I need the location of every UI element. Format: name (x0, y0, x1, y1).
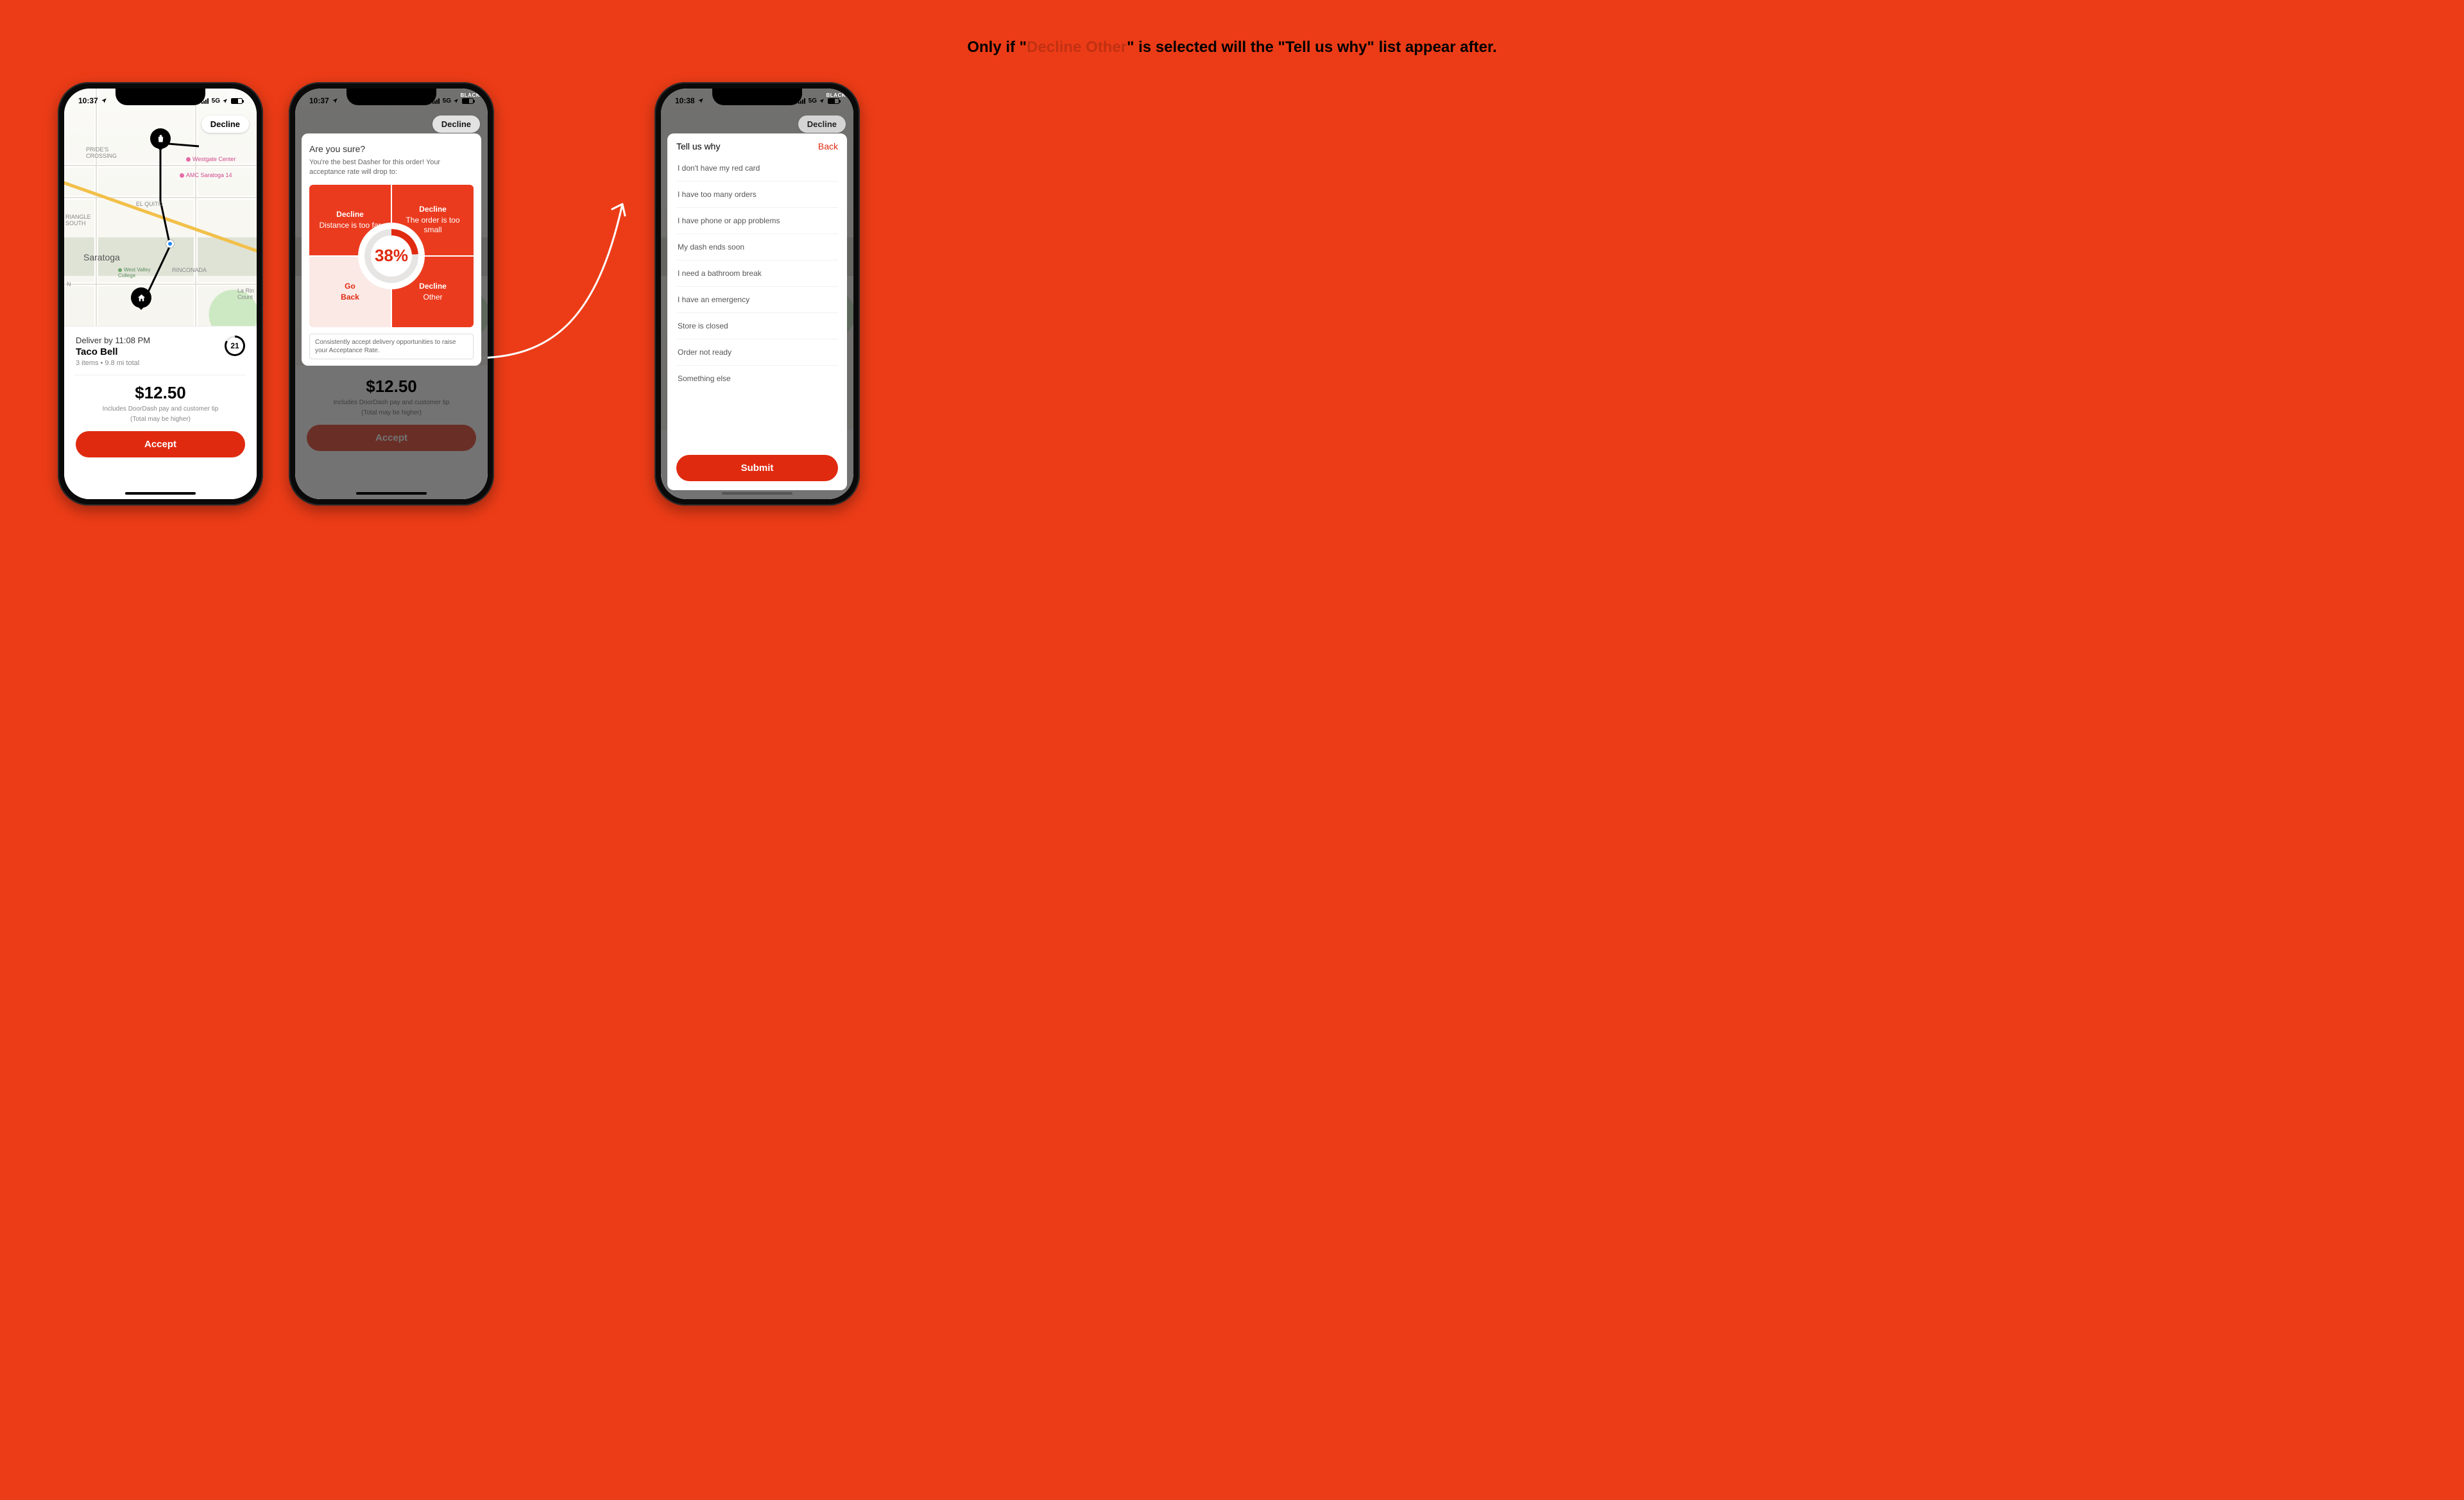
notch (346, 89, 436, 105)
notch (116, 89, 205, 105)
status-time: 10:37 (78, 96, 98, 105)
reason-option[interactable]: Something else (676, 366, 838, 391)
home-indicator (125, 492, 196, 495)
confirm-sub: You're the best Dasher for this order! Y… (309, 158, 474, 177)
deliver-by: Deliver by 11:08 PM (76, 336, 150, 345)
network-label: 5G (443, 98, 451, 105)
confirm-title: Are you sure? (309, 144, 474, 154)
location-icon (697, 98, 704, 104)
reason-option[interactable]: Store is closed (676, 313, 838, 339)
map-label-rinc: RINCONADA (172, 267, 207, 273)
sublabel: Distance is too far (319, 221, 381, 230)
home-icon (137, 293, 146, 303)
notch (712, 89, 802, 105)
reason-option[interactable]: I need a bathroom break (676, 260, 838, 287)
why-list[interactable]: I don't have my red card I have too many… (676, 155, 838, 450)
headline-ghost: Decline Other (1027, 38, 1127, 56)
current-location-dot (166, 240, 174, 248)
headline-post: " is selected will the "Tell us why" lis… (1127, 38, 1497, 56)
acceptance-rate-value: 38% (375, 246, 408, 266)
phone-confirm: BLACK 10:37 5G Decline $12.50 (289, 82, 494, 506)
decline-button-dimmed: Decline (798, 115, 846, 133)
payout-amount: $12.50 (76, 383, 245, 403)
accept-button[interactable]: Accept (76, 431, 245, 457)
map-poi-amc: AMC Saratoga 14 (180, 172, 232, 178)
label: Go (345, 282, 355, 291)
home-indicator (722, 492, 792, 495)
order-meta: 3 items • 9.8 mi total (76, 359, 150, 367)
store-name: Taco Bell (76, 346, 150, 357)
why-sheet: Tell us why Back I don't have my red car… (667, 133, 847, 490)
acceptance-rate-gauge: 38% (361, 225, 422, 287)
status-time: 10:38 (675, 96, 695, 105)
network-label: 5G (809, 98, 817, 105)
battery-icon (231, 98, 243, 104)
reason-option[interactable]: I don't have my red card (676, 155, 838, 182)
label: Decline (419, 205, 447, 214)
headline: Only if "Decline Other" is selected will… (0, 38, 2464, 56)
map-label-larin: La Rin Count (237, 287, 254, 300)
status-time: 10:37 (309, 96, 329, 105)
battery-icon (828, 98, 839, 104)
screen-why: BLACK 10:38 5G Decline Accept (661, 89, 853, 499)
reason-option[interactable]: I have too many orders (676, 182, 838, 208)
payout-sub2: (Total may be higher) (76, 415, 245, 423)
pin-store[interactable] (150, 128, 171, 149)
home-indicator (356, 492, 427, 495)
location-badge-icon (819, 98, 825, 104)
location-icon (332, 98, 338, 104)
countdown-timer: 21 (225, 336, 245, 356)
map-label-n: N (67, 281, 71, 287)
map-label-triangle: RIANGLE SOUTH (65, 214, 91, 226)
map-poi-westgate: Westgate Center (186, 156, 235, 162)
payout: $12.50 Includes DoorDash pay and custome… (76, 383, 245, 423)
pin-customer[interactable] (131, 287, 151, 308)
location-badge-icon (453, 98, 459, 104)
network-label: 5G (212, 98, 220, 105)
reason-option[interactable]: My dash ends soon (676, 234, 838, 260)
location-icon (101, 98, 107, 104)
screen-confirm: BLACK 10:37 5G Decline $12.50 (295, 89, 488, 499)
stage: BLACK 10:37 5G (0, 82, 2464, 570)
sublabel: Other (423, 293, 442, 302)
flow-arrow-icon (468, 166, 661, 371)
back-button[interactable]: Back (818, 141, 838, 151)
reason-option[interactable]: I have phone or app problems (676, 208, 838, 234)
decline-button-dimmed: Decline (432, 115, 480, 133)
phone-why: BLACK 10:38 5G Decline Accept (654, 82, 860, 506)
map-label-elquito: EL QUITO (136, 201, 163, 207)
why-title: Tell us why (676, 141, 720, 151)
label: Decline (336, 210, 364, 219)
location-badge-icon (222, 98, 228, 104)
sublabel: Back (341, 293, 359, 302)
confirm-sheet: Are you sure? You're the best Dasher for… (302, 133, 481, 366)
submit-button[interactable]: Submit (676, 455, 838, 481)
order-card: Deliver by 11:08 PM Taco Bell 3 items • … (64, 326, 257, 499)
screen-offer: BLACK 10:37 5G (64, 89, 257, 499)
bag-icon (156, 134, 166, 144)
label: Decline (419, 282, 447, 291)
map-poi-college: West Valley College (118, 267, 151, 278)
decline-button[interactable]: Decline (201, 115, 249, 133)
reason-option[interactable]: Order not ready (676, 339, 838, 366)
decline-quad: Decline Distance is too far Decline The … (309, 185, 474, 327)
battery-icon (462, 98, 474, 104)
acceptance-tip: Consistently accept delivery opportuniti… (309, 334, 474, 359)
payout-sub1: Includes DoorDash pay and customer tip (76, 405, 245, 413)
phone-offer: BLACK 10:37 5G (58, 82, 263, 506)
map-label-prides: PRIDE'S CROSSING (86, 146, 117, 159)
reason-option[interactable]: I have an emergency (676, 287, 838, 313)
map-city: Saratoga (83, 252, 120, 262)
headline-pre: Only if " (967, 38, 1027, 56)
